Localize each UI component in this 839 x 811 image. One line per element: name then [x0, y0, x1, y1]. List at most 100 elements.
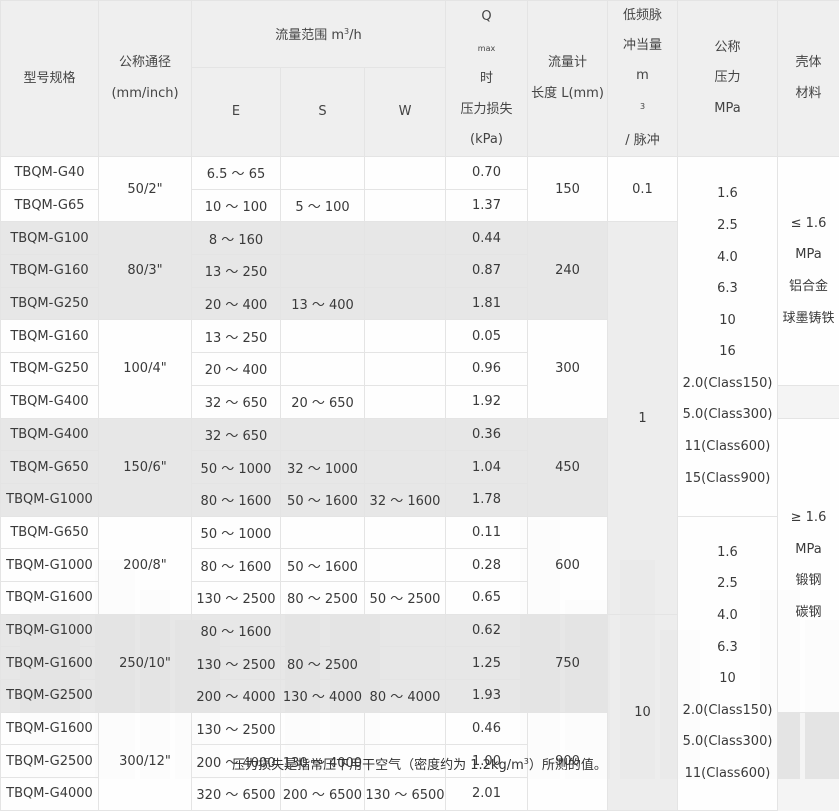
flow-e-cell: 130 ～ 2500: [192, 647, 281, 680]
pressure-loss-cell: 1.93: [446, 680, 528, 713]
flow-s-cell: 20 ～ 650: [281, 385, 365, 418]
length-cell: 240: [528, 222, 608, 320]
pressure-loss-cell: 0.44: [446, 222, 528, 255]
pulse-cell: 10: [608, 614, 678, 810]
model-cell: TBQM-G250: [1, 353, 99, 386]
pressure-loss-cell: 0.87: [446, 255, 528, 288]
model-cell: TBQM-G4000: [1, 778, 99, 811]
flow-s-cell: [281, 418, 365, 451]
length-cell: 600: [528, 516, 608, 614]
flow-w-cell: 50 ～ 2500: [365, 581, 446, 614]
header-sub-s: S: [281, 67, 365, 156]
flow-e-cell: 80 ～ 1600: [192, 483, 281, 516]
flow-w-cell: [365, 255, 446, 288]
model-cell: TBQM-G160: [1, 255, 99, 288]
flow-e-cell: 20 ～ 400: [192, 353, 281, 386]
flow-e-cell: 13 ～ 250: [192, 320, 281, 353]
pressure-loss-cell: 2.01: [446, 778, 528, 811]
flow-s-cell: 130 ～ 4000: [281, 680, 365, 713]
flow-w-cell: [365, 712, 446, 745]
flow-w-cell: [365, 157, 446, 190]
header-nominal-pressure: 公称压力MPa: [678, 1, 778, 157]
model-cell: TBQM-G400: [1, 418, 99, 451]
header-flow-range: 流量范围 m3/h: [192, 1, 446, 68]
flow-w-cell: 130 ～ 6500: [365, 778, 446, 811]
model-cell: TBQM-G650: [1, 516, 99, 549]
spec-table: 型号规格 公称通径(mm/inch) 流量范围 m3/h Qmax 时 压力损失…: [0, 0, 839, 811]
model-cell: TBQM-G100: [1, 222, 99, 255]
flow-e-cell: 130 ～ 2500: [192, 581, 281, 614]
flow-s-cell: [281, 157, 365, 190]
pressure-loss-cell: 0.05: [446, 320, 528, 353]
header-sub-w: W: [365, 67, 446, 156]
pressure-loss-cell: 0.28: [446, 549, 528, 582]
flow-w-cell: 80 ～ 4000: [365, 680, 446, 713]
housing-cell: ≥ 1.6MPa 锻钢碳钢: [778, 418, 839, 712]
diameter-cell: 100/4": [99, 320, 192, 418]
flow-e-cell: 50 ～ 1000: [192, 516, 281, 549]
flow-e-cell: 320 ～ 6500: [192, 778, 281, 811]
model-cell: TBQM-G1600: [1, 712, 99, 745]
flow-e-cell: 200 ～ 4000: [192, 680, 281, 713]
flow-w-cell: [365, 320, 446, 353]
header-housing-material: 壳体材料: [778, 1, 839, 157]
header-sub-e: E: [192, 67, 281, 156]
flow-e-cell: 32 ～ 650: [192, 418, 281, 451]
flow-s-cell: 13 ～ 400: [281, 287, 365, 320]
model-cell: TBQM-G1600: [1, 647, 99, 680]
flow-w-cell: [365, 647, 446, 680]
pressure-loss-cell: 1.04: [446, 451, 528, 484]
footnote: 压力损失是指常压下用干空气（密度约为 1.2kg/m3）所测的值。: [0, 748, 839, 779]
flow-w-cell: [365, 385, 446, 418]
header-model: 型号规格: [1, 1, 99, 157]
flow-w-cell: [365, 549, 446, 582]
pressure-loss-cell: 1.78: [446, 483, 528, 516]
flow-s-cell: [281, 320, 365, 353]
flow-s-cell: 80 ～ 2500: [281, 581, 365, 614]
pressure-loss-cell: 0.62: [446, 614, 528, 647]
flow-w-cell: [365, 287, 446, 320]
pressure-loss-cell: 0.70: [446, 157, 528, 190]
pulse-cell: 0.1: [608, 157, 678, 222]
diameter-cell: 150/6": [99, 418, 192, 516]
header-diameter: 公称通径(mm/inch): [99, 1, 192, 157]
model-cell: TBQM-G40: [1, 157, 99, 190]
length-cell: 750: [528, 614, 608, 712]
flow-w-cell: [365, 189, 446, 222]
pressure-loss-cell: 0.65: [446, 581, 528, 614]
flow-w-cell: [365, 451, 446, 484]
pressure-loss-cell: 1.92: [446, 385, 528, 418]
pressure-loss-cell: 1.37: [446, 189, 528, 222]
length-cell: 450: [528, 418, 608, 516]
nominal-pressure-cell: 1.62.5 4.06.3 1016 2.0(Class150)5.0(Clas…: [678, 157, 778, 517]
diameter-cell: 250/10": [99, 614, 192, 712]
model-cell: TBQM-G160: [1, 320, 99, 353]
flow-s-cell: [281, 614, 365, 647]
flow-w-cell: [365, 222, 446, 255]
flow-e-cell: 10 ～ 100: [192, 189, 281, 222]
model-cell: TBQM-G65: [1, 189, 99, 222]
flow-s-cell: [281, 353, 365, 386]
pressure-loss-cell: 1.81: [446, 287, 528, 320]
header-pressure-loss: Qmax 时 压力损失 (kPa): [446, 1, 528, 157]
model-cell: TBQM-G400: [1, 385, 99, 418]
flow-s-cell: 200 ～ 6500: [281, 778, 365, 811]
length-cell: 150: [528, 157, 608, 222]
flow-e-cell: 50 ～ 1000: [192, 451, 281, 484]
pressure-loss-cell: 0.46: [446, 712, 528, 745]
flow-w-cell: [365, 614, 446, 647]
diameter-cell: 200/8": [99, 516, 192, 614]
header-pulse-equivalent: 低频脉冲当量 m3/ 脉冲: [608, 1, 678, 157]
flow-w-cell: [365, 516, 446, 549]
model-cell: TBQM-G650: [1, 451, 99, 484]
diameter-cell: 80/3": [99, 222, 192, 320]
flow-e-cell: 13 ～ 250: [192, 255, 281, 288]
model-cell: TBQM-G250: [1, 287, 99, 320]
model-cell: TBQM-G1600: [1, 581, 99, 614]
flow-e-cell: 130 ～ 2500: [192, 712, 281, 745]
flow-s-cell: [281, 516, 365, 549]
length-cell: 300: [528, 320, 608, 418]
flow-e-cell: 32 ～ 650: [192, 385, 281, 418]
flow-e-cell: 6.5 ～ 65: [192, 157, 281, 190]
pulse-cell: 1: [608, 222, 678, 614]
